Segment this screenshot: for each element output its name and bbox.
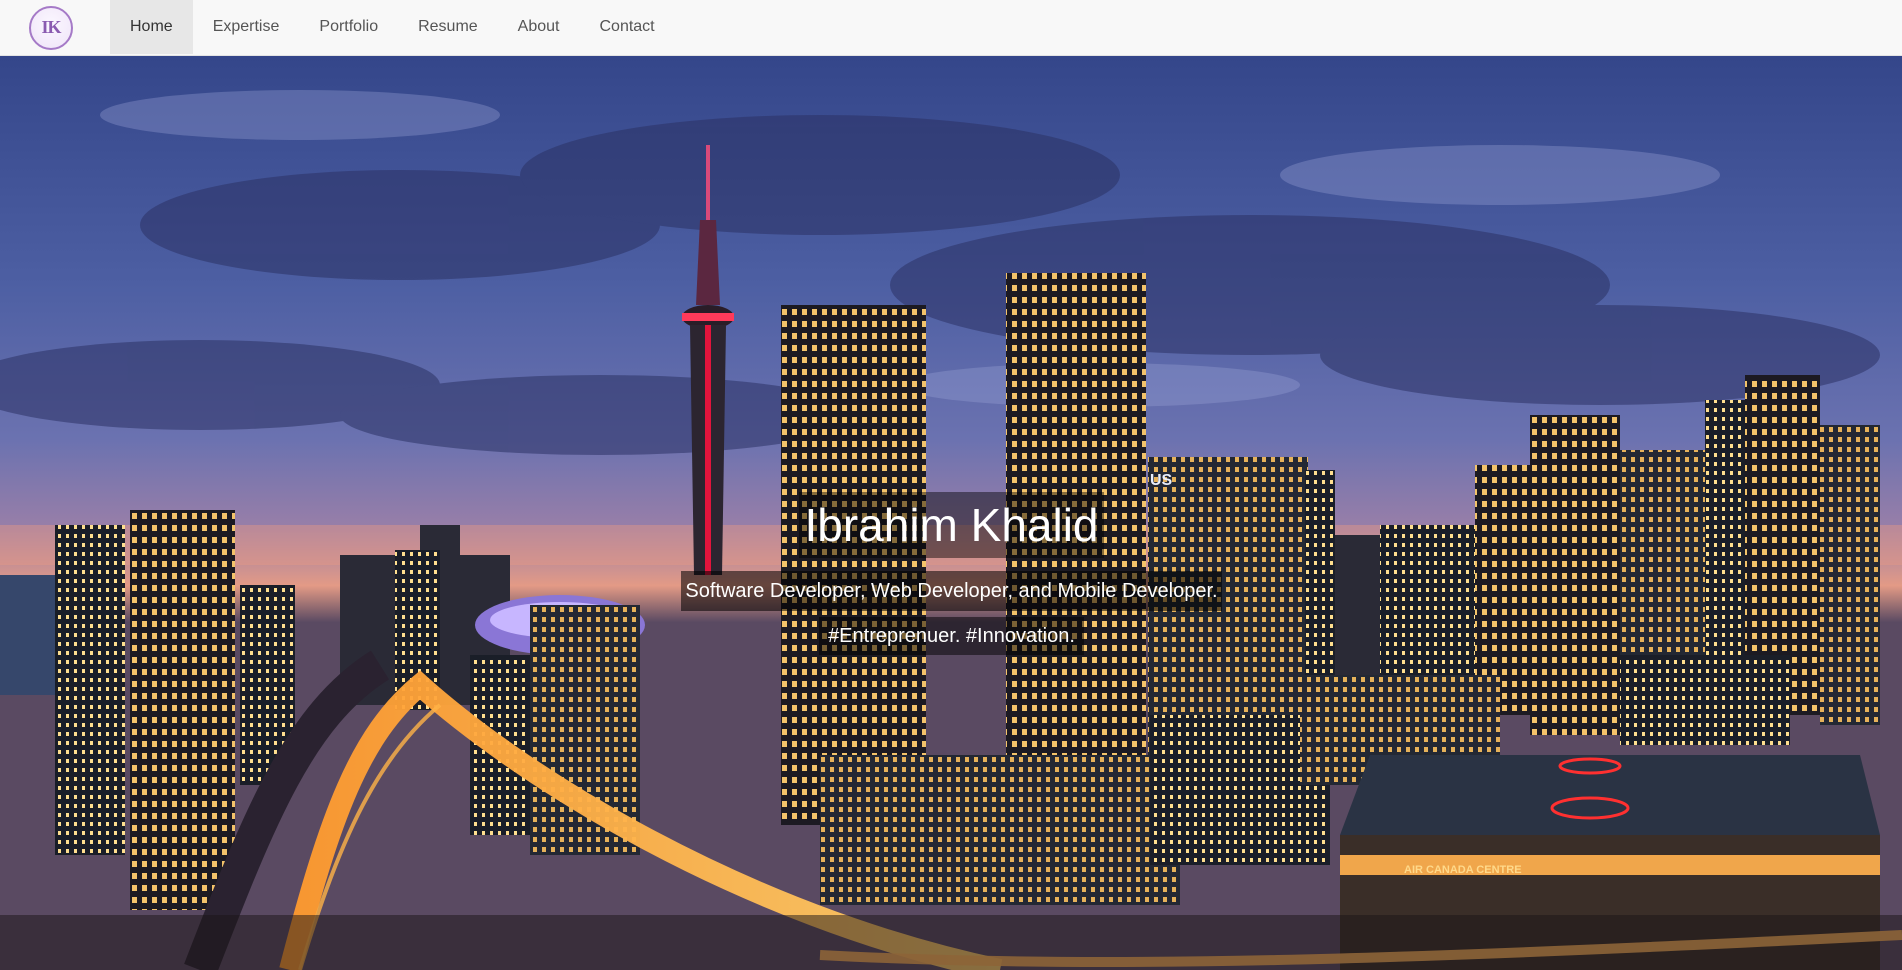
hero-section: AIR CANADA CENTRE US Ibrahim Khalid Soft…: [0, 55, 1902, 970]
hero-tagline: #Entreprenuer. #Innovation.: [819, 617, 1084, 655]
main-nav: Home Expertise Portfolio Resume About Co…: [110, 0, 675, 55]
logo-text: IK: [41, 17, 61, 37]
hero-overlay: Ibrahim Khalid Software Developer, Web D…: [0, 55, 1902, 970]
nav-item-contact[interactable]: Contact: [579, 0, 674, 54]
nav-item-portfolio[interactable]: Portfolio: [299, 0, 398, 54]
nav-item-home[interactable]: Home: [110, 0, 193, 54]
hero-subtitle: Software Developer, Web Developer, and M…: [681, 571, 1222, 611]
site-logo[interactable]: IK: [29, 5, 73, 50]
hero-title: Ibrahim Khalid: [799, 492, 1104, 558]
nav-item-expertise[interactable]: Expertise: [193, 0, 300, 54]
top-navbar: IK Home Expertise Portfolio Resume About…: [0, 0, 1902, 56]
nav-item-about[interactable]: About: [498, 0, 580, 54]
nav-item-resume[interactable]: Resume: [398, 0, 498, 54]
brand[interactable]: IK: [0, 0, 110, 55]
